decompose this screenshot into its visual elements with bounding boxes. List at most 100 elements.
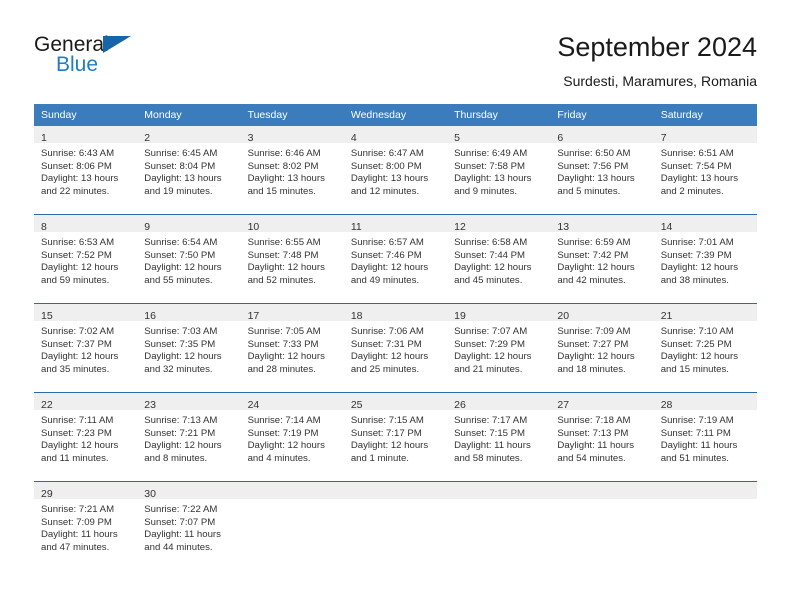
daylight-text-line2: and 35 minutes.: [41, 363, 110, 375]
day-info: Sunrise: 7:06 AM Sunset: 7:31 PM Daylight:…: [344, 321, 447, 376]
daylight-text-line2: and 42 minutes.: [557, 274, 626, 286]
calendar-day-cell[interactable]: 5 Sunrise: 6:49 AM Sunset: 7:58 PM Daylight…: [447, 126, 551, 215]
daylight-text-line2: and 49 minutes.: [350, 274, 420, 286]
sunset-text: Sunset: 7:56 PM: [557, 160, 629, 172]
day-info: Sunrise: 6:53 AM Sunset: 7:52 PM Daylight:…: [34, 232, 137, 287]
sunset-text: Sunset: 8:06 PM: [41, 160, 112, 172]
calendar-day-cell[interactable]: 20 Sunrise: 7:09 AM Sunset: 7:27 PM Dayligh…: [550, 303, 654, 393]
weekday-header-wednesday: Wednesday: [343, 104, 448, 126]
calendar-day-cell[interactable]: 9 Sunrise: 6:54 AM Sunset: 7:50 PM Daylight…: [137, 214, 241, 304]
calendar-day-cell[interactable]: 13 Sunrise: 6:59 AM Sunset: 7:42 PM Dayligh…: [550, 214, 654, 304]
calendar-table: Sunday Monday Tuesday Wednesday Thursday…: [34, 104, 757, 570]
day-cell-inner: 28 Sunrise: 7:19 AM Sunset: 7:11 PM Dayligh…: [653, 393, 757, 481]
calendar-day-cell[interactable]: 17 Sunrise: 7:05 AM Sunset: 7:33 PM Dayligh…: [240, 303, 344, 393]
sunrise-text: Sunrise: 7:09 AM: [557, 326, 631, 337]
calendar-day-cell[interactable]: 27 Sunrise: 7:18 AM Sunset: 7:13 PM Dayligh…: [550, 392, 654, 482]
day-cell-inner: [447, 482, 551, 570]
day-info: Sunrise: 7:11 AM Sunset: 7:23 PM Daylight:…: [34, 410, 137, 465]
daylight-text-line1: Daylight: 13 hours: [41, 173, 119, 185]
calendar-day-cell[interactable]: 14 Sunrise: 7:01 AM Sunset: 7:39 PM Dayligh…: [653, 214, 757, 304]
day-cell-inner: 27 Sunrise: 7:18 AM Sunset: 7:13 PM Dayligh…: [550, 393, 654, 481]
day-number-band: [447, 482, 551, 499]
sunrise-text: Sunrise: 6:51 AM: [660, 148, 734, 159]
calendar-day-cell[interactable]: 1 Sunrise: 6:43 AM Sunset: 8:06 PM Daylight…: [34, 126, 138, 215]
calendar-day-cell[interactable]: 10 Sunrise: 6:55 AM Sunset: 7:48 PM Dayligh…: [240, 214, 344, 304]
calendar-day-cell[interactable]: 26 Sunrise: 7:17 AM Sunset: 7:15 PM Dayligh…: [447, 392, 551, 482]
daylight-text-line1: Daylight: 12 hours: [660, 351, 739, 363]
calendar-day-cell[interactable]: 16 Sunrise: 7:03 AM Sunset: 7:35 PM Dayligh…: [137, 303, 241, 393]
day-cell-inner: 13 Sunrise: 6:59 AM Sunset: 7:42 PM Dayligh…: [550, 215, 654, 303]
day-cell-inner: 24 Sunrise: 7:14 AM Sunset: 7:19 PM Dayligh…: [240, 393, 344, 481]
calendar-day-cell[interactable]: 24 Sunrise: 7:14 AM Sunset: 7:19 PM Dayligh…: [240, 392, 344, 482]
day-number-band: 14: [653, 215, 757, 233]
daylight-text-line1: Daylight: 12 hours: [454, 262, 532, 274]
daylight-text-line2: and 45 minutes.: [454, 274, 523, 286]
day-number-band: 17: [240, 304, 344, 322]
day-number: 22: [41, 399, 53, 411]
calendar-week-row: 29 Sunrise: 7:21 AM Sunset: 7:09 PM Dayligh…: [34, 481, 757, 570]
day-number-band: 7: [653, 126, 757, 144]
day-info: Sunrise: 6:45 AM Sunset: 8:04 PM Daylight:…: [137, 143, 240, 198]
daylight-text-line2: and 12 minutes.: [350, 185, 420, 197]
weekday-header-sunday: Sunday: [34, 104, 138, 126]
day-info: Sunrise: 7:18 AM Sunset: 7:13 PM Daylight:…: [550, 410, 653, 465]
sunrise-text: Sunrise: 7:01 AM: [660, 237, 734, 248]
day-number: 2: [144, 132, 151, 144]
day-number-band: 16: [137, 304, 241, 322]
calendar-day-cell[interactable]: 19 Sunrise: 7:07 AM Sunset: 7:29 PM Dayligh…: [447, 303, 551, 393]
day-number: 12: [454, 221, 466, 233]
calendar-day-cell[interactable]: 6 Sunrise: 6:50 AM Sunset: 7:56 PM Daylight…: [550, 126, 654, 215]
weekday-header-tuesday: Tuesday: [240, 104, 344, 126]
daylight-text-line1: Daylight: 13 hours: [454, 173, 532, 185]
calendar-day-cell[interactable]: 18 Sunrise: 7:06 AM Sunset: 7:31 PM Dayligh…: [343, 303, 448, 393]
calendar-day-cell[interactable]: 28 Sunrise: 7:19 AM Sunset: 7:11 PM Dayligh…: [653, 392, 757, 482]
sunrise-text: Sunrise: 7:14 AM: [247, 415, 321, 426]
calendar-page: General Blue September 2024 Surdesti, Ma…: [0, 0, 792, 612]
daylight-text-line2: and 55 minutes.: [144, 274, 213, 286]
day-number: 11: [350, 221, 362, 233]
day-number-band: 12: [447, 215, 551, 233]
calendar-day-cell[interactable]: 22 Sunrise: 7:11 AM Sunset: 7:23 PM Dayligh…: [34, 392, 138, 482]
day-cell-inner: 4 Sunrise: 6:47 AM Sunset: 8:00 PM Daylight…: [343, 126, 448, 214]
calendar-day-cell[interactable]: 8 Sunrise: 6:53 AM Sunset: 7:52 PM Daylight…: [34, 214, 138, 304]
calendar-day-cell[interactable]: 15 Sunrise: 7:02 AM Sunset: 7:37 PM Dayligh…: [34, 303, 138, 393]
sunrise-text: Sunrise: 7:21 AM: [41, 504, 115, 515]
day-cell-inner: 21 Sunrise: 7:10 AM Sunset: 7:25 PM Dayligh…: [653, 304, 757, 392]
day-number: 26: [454, 399, 466, 411]
sunset-text: Sunset: 8:02 PM: [247, 160, 319, 172]
calendar-day-cell[interactable]: 3 Sunrise: 6:46 AM Sunset: 8:02 PM Daylight…: [240, 126, 344, 215]
daylight-text-line2: and 1 minute.: [350, 452, 409, 464]
day-number: 6: [557, 132, 564, 144]
day-number-band: 9: [137, 215, 241, 233]
daylight-text-line1: Daylight: 12 hours: [350, 351, 429, 363]
calendar-day-cell[interactable]: 11 Sunrise: 6:57 AM Sunset: 7:46 PM Dayligh…: [343, 214, 448, 304]
calendar-day-cell[interactable]: 23 Sunrise: 7:13 AM Sunset: 7:21 PM Dayligh…: [137, 392, 241, 482]
sunset-text: Sunset: 7:09 PM: [41, 516, 112, 528]
day-number-band: 30: [137, 482, 241, 500]
daylight-text-line2: and 19 minutes.: [144, 185, 213, 197]
daylight-text-line1: Daylight: 11 hours: [144, 529, 221, 541]
calendar-day-cell[interactable]: 29 Sunrise: 7:21 AM Sunset: 7:09 PM Dayligh…: [34, 481, 138, 570]
day-cell-inner: 19 Sunrise: 7:07 AM Sunset: 7:29 PM Dayligh…: [447, 304, 551, 392]
calendar-day-cell[interactable]: 4 Sunrise: 6:47 AM Sunset: 8:00 PM Daylight…: [343, 126, 448, 215]
sunset-text: Sunset: 7:33 PM: [247, 338, 319, 350]
calendar-day-cell[interactable]: 7 Sunrise: 6:51 AM Sunset: 7:54 PM Daylight…: [653, 126, 757, 215]
calendar-day-cell[interactable]: 30 Sunrise: 7:22 AM Sunset: 7:07 PM Dayligh…: [137, 481, 241, 570]
calendar-day-cell[interactable]: 2 Sunrise: 6:45 AM Sunset: 8:04 PM Daylight…: [137, 126, 241, 215]
day-cell-inner: 6 Sunrise: 6:50 AM Sunset: 7:56 PM Daylight…: [550, 126, 654, 214]
calendar-day-cell[interactable]: 21 Sunrise: 7:10 AM Sunset: 7:25 PM Dayligh…: [653, 303, 757, 393]
calendar-day-cell[interactable]: 12 Sunrise: 6:58 AM Sunset: 7:44 PM Dayligh…: [447, 214, 551, 304]
sunset-text: Sunset: 7:54 PM: [660, 160, 732, 172]
day-number: 1: [41, 132, 47, 144]
sunrise-text: Sunrise: 7:07 AM: [454, 326, 528, 337]
daylight-text-line1: Daylight: 12 hours: [247, 262, 325, 274]
sunrise-text: Sunrise: 6:57 AM: [350, 237, 424, 248]
daylight-text-line1: Daylight: 12 hours: [41, 440, 119, 452]
day-number: 13: [557, 221, 570, 233]
day-info: Sunrise: 7:17 AM Sunset: 7:15 PM Daylight:…: [447, 410, 550, 465]
day-info: Sunrise: 6:57 AM Sunset: 7:46 PM Daylight:…: [344, 232, 447, 287]
day-cell-inner: 17 Sunrise: 7:05 AM Sunset: 7:33 PM Dayligh…: [240, 304, 344, 392]
day-cell-inner: [240, 482, 344, 570]
brand-logo[interactable]: General Blue: [34, 30, 244, 90]
calendar-day-cell[interactable]: 25 Sunrise: 7:15 AM Sunset: 7:17 PM Dayligh…: [343, 392, 448, 482]
